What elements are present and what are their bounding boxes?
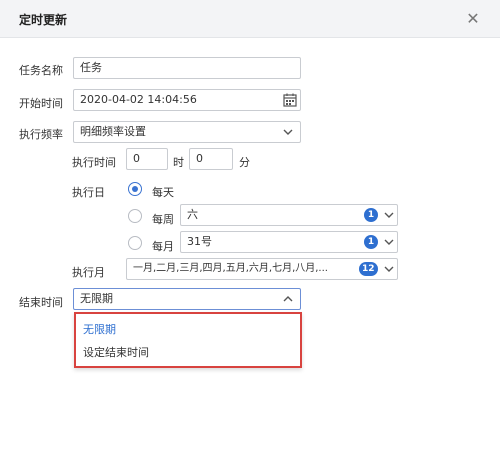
chevron-down-icon[interactable]	[382, 208, 396, 222]
daily-radio[interactable]	[128, 182, 142, 196]
close-icon[interactable]: ✕	[463, 9, 483, 29]
start-time-input[interactable]: 2020-04-02 14:04:56	[73, 89, 301, 111]
weekly-value: 六	[187, 208, 198, 221]
months-value: 一月,二月,三月,四月,五月,六月,七月,八月,...	[133, 263, 328, 274]
end-time-value: 无限期	[80, 292, 113, 305]
chevron-down-icon[interactable]	[382, 262, 396, 276]
monthly-value: 31号	[187, 235, 212, 248]
chevron-down-icon[interactable]	[281, 125, 295, 139]
daily-label: 每天	[152, 186, 174, 199]
exec-month-label: 执行月	[72, 266, 105, 279]
end-time-label: 结束时间	[19, 296, 63, 309]
frequency-label: 执行频率	[19, 128, 63, 141]
calendar-icon[interactable]	[283, 93, 297, 107]
chevron-up-icon[interactable]	[281, 292, 295, 306]
frequency-value: 明细频率设置	[80, 125, 146, 138]
dropdown-option-set-end[interactable]: 设定结束时间	[83, 344, 149, 360]
months-count-badge: 12	[359, 262, 378, 276]
monthly-radio[interactable]	[128, 236, 142, 250]
minute-unit: 分	[239, 156, 250, 169]
dialog-title: 定时更新	[19, 13, 68, 27]
monthly-label: 每月	[152, 240, 174, 253]
dropdown-option-unlimited[interactable]: 无限期	[83, 321, 116, 337]
task-name-label: 任务名称	[19, 64, 63, 77]
schedule-update-dialog: 定时更新 ✕ 任务名称 任务 开始时间 2020-04-02 14:04:56 …	[0, 0, 500, 456]
months-select[interactable]: 一月,二月,三月,四月,五月,六月,七月,八月,...	[126, 258, 398, 280]
task-name-input[interactable]: 任务	[73, 57, 301, 79]
hour-unit: 时	[173, 156, 184, 169]
weekly-label: 每周	[152, 213, 174, 226]
minute-input[interactable]: 0	[189, 148, 233, 170]
chevron-down-icon[interactable]	[382, 235, 396, 249]
frequency-select[interactable]: 明细频率设置	[73, 121, 301, 143]
start-time-value: 2020-04-02 14:04:56	[80, 93, 197, 106]
monthly-count-badge: 1	[364, 235, 378, 249]
exec-day-label: 执行日	[72, 186, 105, 199]
weekly-count-badge: 1	[364, 208, 378, 222]
end-time-dropdown: 无限期 设定结束时间	[74, 312, 302, 368]
hour-input[interactable]: 0	[126, 148, 168, 170]
dialog-titlebar: 定时更新 ✕	[0, 0, 500, 38]
exec-time-label: 执行时间	[72, 156, 116, 169]
end-time-select[interactable]: 无限期	[73, 288, 301, 310]
weekly-radio[interactable]	[128, 209, 142, 223]
start-time-label: 开始时间	[19, 97, 63, 110]
